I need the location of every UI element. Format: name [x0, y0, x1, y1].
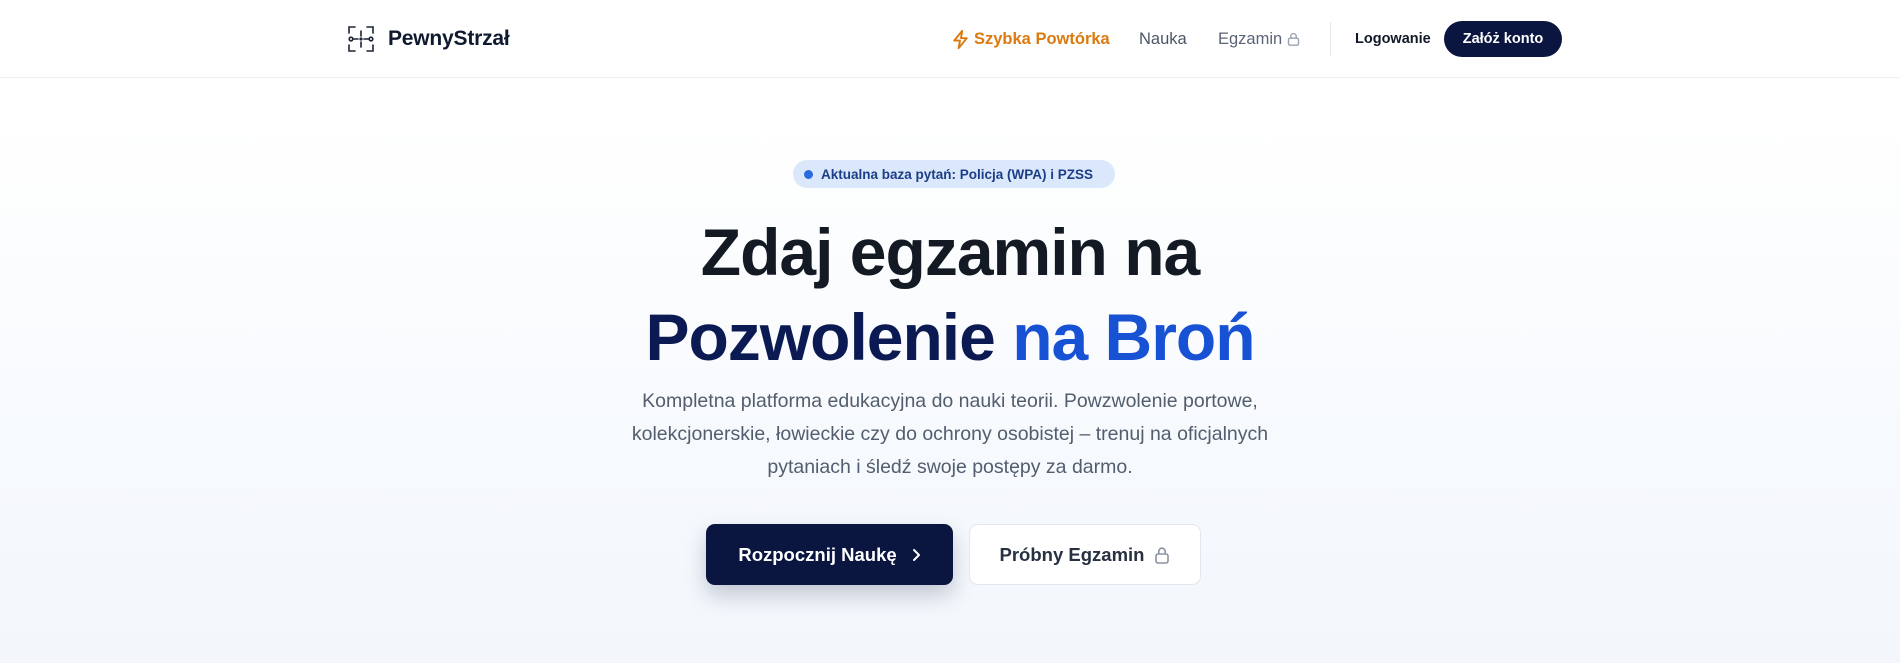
- hero-title-line2: Pozwolenie na Broń: [0, 292, 1900, 382]
- status-dot: [804, 169, 813, 179]
- crosshair-icon: [346, 24, 376, 54]
- top-navbar: PewnyStrzał Szybka Powtórka Nauka Egzami…: [0, 0, 1900, 78]
- brand-logo-link[interactable]: PewnyStrzał: [346, 22, 510, 56]
- hero-title-highlight-dark: Pozwolenie: [645, 300, 995, 374]
- hero-title-highlight-blue: na Broń: [1012, 300, 1255, 374]
- page: PewnyStrzał Szybka Powtórka Nauka Egzami…: [0, 0, 1900, 663]
- hero-description: Kompletna platforma edukacyjna do nauki …: [631, 390, 1269, 478]
- chevron-right-icon: [911, 547, 921, 563]
- practice-exam-label: Próbny Egzamin: [999, 543, 1145, 565]
- hero-title: Zdaj egzamin na Pozwolenie na Broń: [0, 210, 1900, 382]
- lock-icon: [1287, 32, 1300, 46]
- question-base-badge: Aktualna baza pytań: Policja (WPA) i PZS…: [793, 160, 1115, 188]
- nav-exam[interactable]: Egzamin: [1218, 24, 1300, 54]
- nav-quick-review[interactable]: Szybka Powtórka: [953, 24, 1110, 54]
- nav-exam-label: Egzamin: [1218, 29, 1283, 48]
- nav-divider: [1330, 22, 1331, 56]
- login-link[interactable]: Logowanie: [1355, 24, 1431, 54]
- nav-quick-review-label: Szybka Powtórka: [974, 29, 1110, 48]
- nav-learn-label: Nauka: [1139, 29, 1187, 48]
- nav-learn[interactable]: Nauka: [1139, 24, 1187, 54]
- register-button[interactable]: Załóż konto: [1444, 21, 1562, 57]
- register-label: Załóż konto: [1462, 31, 1544, 47]
- start-learning-button[interactable]: Rozpocznij Naukę: [706, 524, 953, 585]
- start-learning-label: Rozpocznij Naukę: [738, 543, 897, 565]
- lock-icon: [1154, 546, 1170, 564]
- brand-name: PewnyStrzał: [388, 27, 510, 50]
- login-label: Logowanie: [1355, 31, 1431, 47]
- badge-text: Aktualna baza pytań: Policja (WPA) i PZS…: [821, 166, 1094, 182]
- lightning-icon: [953, 29, 968, 49]
- practice-exam-button[interactable]: Próbny Egzamin: [969, 524, 1201, 585]
